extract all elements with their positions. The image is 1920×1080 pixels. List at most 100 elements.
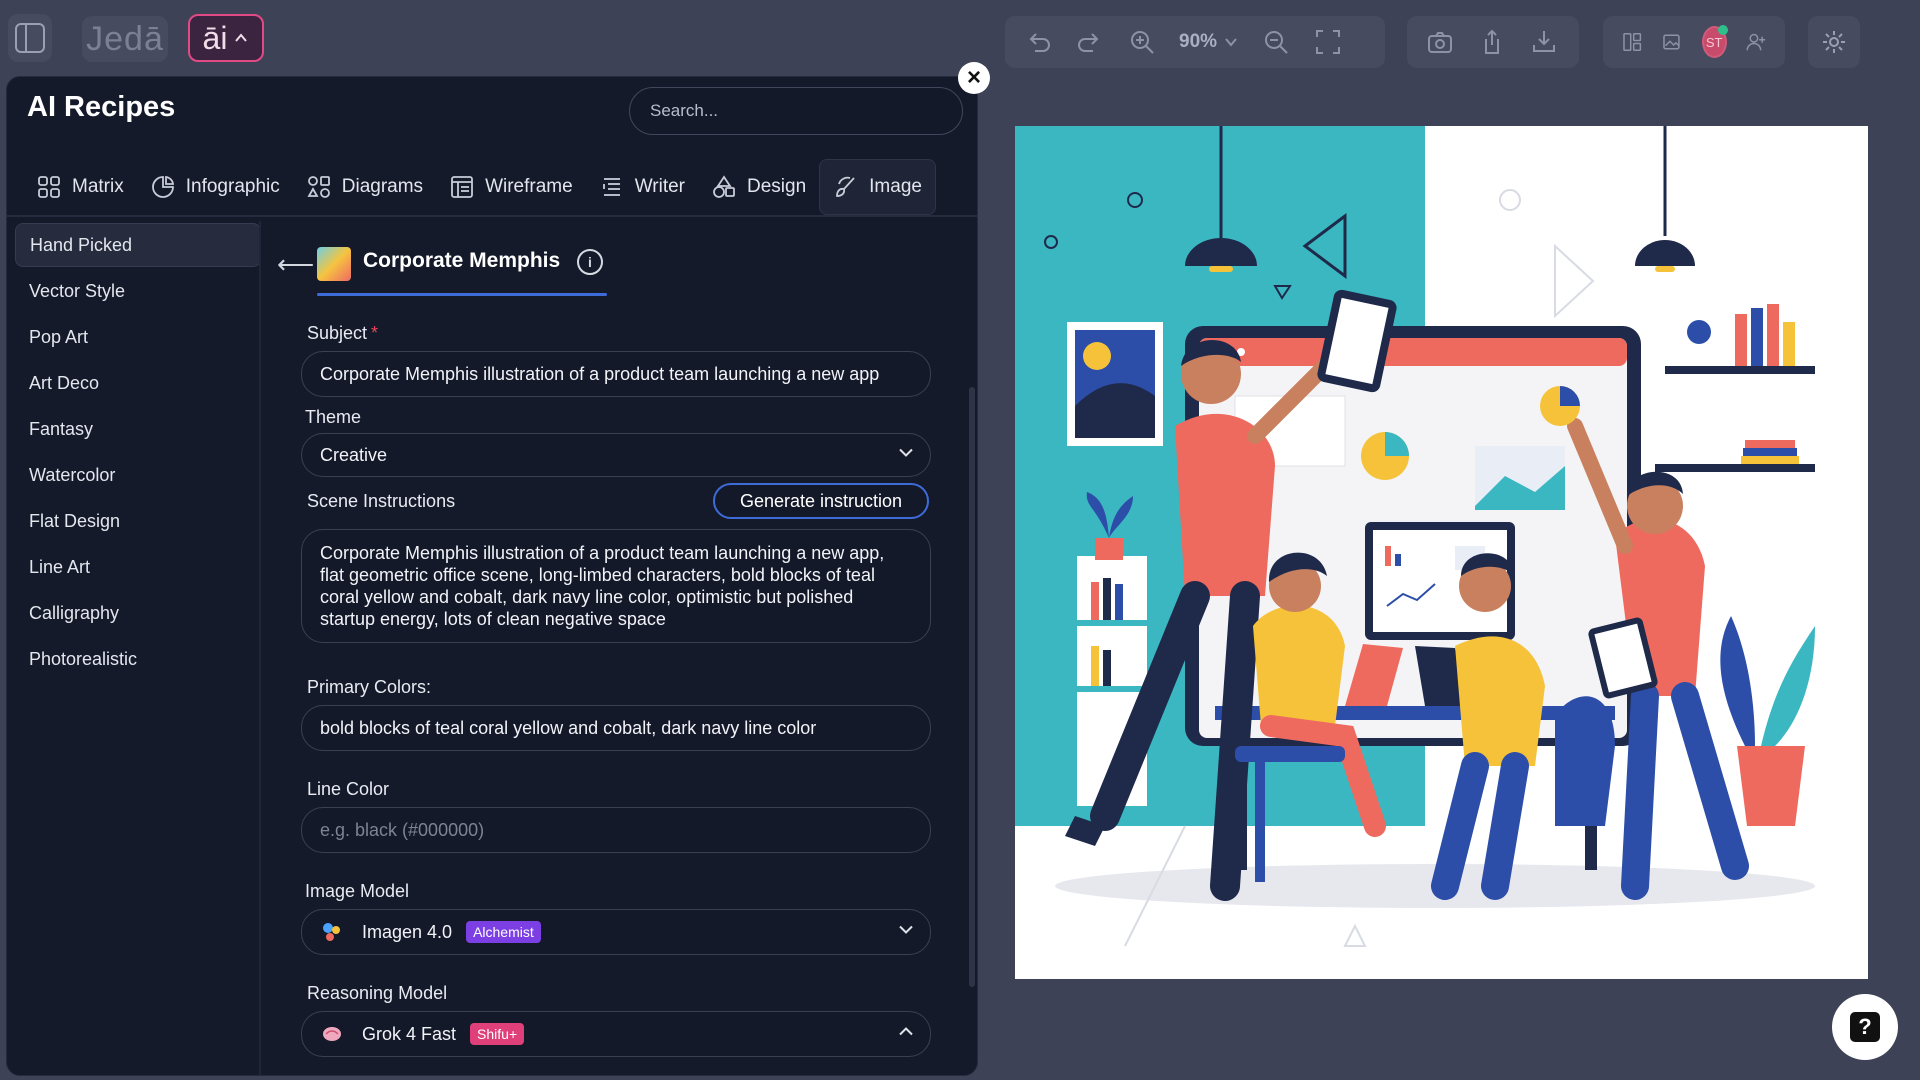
wireframe-icon [451, 176, 473, 198]
reasoning-model-select[interactable]: Grok 4 Fast Shifu+ [301, 1011, 931, 1057]
image-model-label: Image Model [305, 881, 410, 901]
share-icon[interactable] [1477, 27, 1507, 57]
subject-value: Corporate Memphis illustration of a prod… [320, 363, 880, 384]
zoom-in-icon[interactable] [1127, 27, 1157, 57]
theme-select[interactable]: Creative [301, 433, 931, 477]
tab-label: Matrix [72, 176, 124, 197]
imagen-model-icon [323, 923, 340, 941]
chevron-down-icon [1225, 38, 1237, 47]
tab-label: Infographic [185, 176, 280, 197]
help-icon: ? [1850, 1012, 1880, 1042]
category-pop-art[interactable]: Pop Art [15, 315, 261, 359]
tab-label: Writer [634, 176, 685, 197]
fit-screen-icon[interactable] [1313, 27, 1343, 57]
panel-divider [259, 221, 261, 1075]
history-zoom-toolbar: 90% [1005, 16, 1385, 68]
category-calligraphy[interactable]: Calligraphy [15, 591, 261, 635]
ai-menu-button[interactable]: āi [188, 14, 264, 62]
line-color-label: Line Color [307, 779, 390, 799]
close-panel-button[interactable]: × [958, 62, 990, 94]
primary-colors-label: Primary Colors: [307, 677, 432, 697]
shapes-icon [713, 175, 735, 198]
category-line-art[interactable]: Line Art [15, 545, 261, 589]
layout-user-toolbar: ST [1603, 16, 1785, 68]
tab-matrix[interactable]: Matrix [23, 159, 137, 215]
sidebar-toggle-icon [15, 23, 45, 53]
brand-logo[interactable]: Jedā [82, 16, 168, 62]
diagram-icon [307, 176, 330, 198]
category-photorealistic[interactable]: Photorealistic [15, 637, 261, 681]
help-button[interactable]: ? [1832, 994, 1898, 1060]
zoom-level-dropdown[interactable]: 90% [1179, 31, 1239, 53]
line-color-input[interactable]: e.g. black (#000000) [301, 807, 931, 853]
layout-icon[interactable] [1621, 27, 1643, 57]
brain-icon [323, 1027, 341, 1041]
add-user-icon[interactable] [1745, 27, 1767, 57]
undo-icon[interactable] [1023, 27, 1053, 57]
reasoning-model-label: Reasoning Model [307, 983, 448, 1003]
search-input[interactable] [629, 87, 963, 135]
primary-colors-value: bold blocks of teal coral yellow and cob… [320, 717, 817, 738]
tab-image[interactable]: Image [819, 159, 936, 215]
corporate-memphis-illustration [1015, 126, 1868, 979]
tab-design[interactable]: Design [698, 159, 819, 215]
matrix-icon [38, 176, 60, 198]
back-arrow-icon[interactable]: ⟵ [277, 249, 314, 280]
zoom-level: 90% [1179, 31, 1218, 52]
download-icon[interactable] [1529, 27, 1559, 57]
scene-label: Scene Instructions [307, 491, 456, 511]
redo-icon[interactable] [1075, 27, 1105, 57]
subject-input[interactable]: Corporate Memphis illustration of a prod… [301, 351, 931, 397]
tab-writer[interactable]: Writer [586, 159, 698, 215]
export-toolbar [1407, 16, 1579, 68]
gallery-icon[interactable] [1661, 27, 1683, 57]
tab-label: Image [869, 176, 922, 197]
image-model-value: Imagen 4.0 [362, 921, 453, 942]
tab-divider [7, 215, 977, 217]
info-icon[interactable]: i [577, 249, 603, 275]
avatar-initials: ST [1705, 34, 1723, 50]
image-model-select[interactable]: Imagen 4.0 Alchemist [301, 909, 931, 955]
subject-label-text: Subject [307, 323, 368, 343]
settings-button[interactable] [1808, 16, 1860, 68]
category-fantasy[interactable]: Fantasy [15, 407, 261, 451]
category-flat-design[interactable]: Flat Design [15, 499, 261, 543]
online-status-dot [1717, 25, 1728, 35]
generated-image-canvas[interactable] [1015, 126, 1868, 979]
chevron-up-icon [235, 33, 248, 42]
brush-icon [836, 176, 855, 197]
generate-instruction-button[interactable]: Generate instruction [713, 483, 929, 519]
chevron-down-icon [896, 920, 916, 945]
zoom-out-icon[interactable] [1261, 27, 1291, 57]
recipe-thumbnail-icon [317, 247, 351, 281]
panel-title: AI Recipes [27, 91, 176, 123]
chevron-down-icon [896, 443, 916, 468]
writer-icon [602, 178, 620, 196]
scene-instructions-textarea[interactable]: Corporate Memphis illustration of a prod… [301, 529, 931, 643]
category-hand-picked[interactable]: Hand Picked [15, 223, 261, 267]
required-marker: * [371, 323, 379, 343]
category-watercolor[interactable]: Watercolor [15, 453, 261, 497]
tab-label: Design [747, 176, 807, 197]
alchemist-badge: Alchemist [466, 921, 541, 943]
camera-icon[interactable] [1425, 27, 1455, 57]
category-art-deco[interactable]: Art Deco [15, 361, 261, 405]
avatar[interactable]: ST [1701, 25, 1728, 58]
subject-label: Subject * [307, 323, 378, 344]
form-scrollbar[interactable] [969, 387, 975, 987]
primary-colors-input[interactable]: bold blocks of teal coral yellow and cob… [301, 705, 931, 751]
ai-recipes-panel: AI Recipes Matrix Infographic Diagrams W… [6, 76, 978, 1076]
tab-diagrams[interactable]: Diagrams [293, 159, 436, 215]
chevron-up-icon [896, 1022, 916, 1047]
ai-label: āi [202, 19, 228, 56]
category-vector-style[interactable]: Vector Style [15, 269, 261, 313]
gear-icon [1823, 31, 1845, 53]
sidebar-toggle-button[interactable] [8, 14, 52, 62]
tab-label: Diagrams [341, 176, 424, 197]
tab-wireframe[interactable]: Wireframe [436, 159, 586, 215]
tab-label: Wireframe [485, 176, 573, 197]
category-list: Hand Picked Vector Style Pop Art Art Dec… [15, 223, 261, 683]
theme-label: Theme [305, 407, 362, 427]
tab-infographic[interactable]: Infographic [137, 159, 293, 215]
recipe-tabs: Matrix Infographic Diagrams Wireframe Wr… [7, 159, 977, 215]
